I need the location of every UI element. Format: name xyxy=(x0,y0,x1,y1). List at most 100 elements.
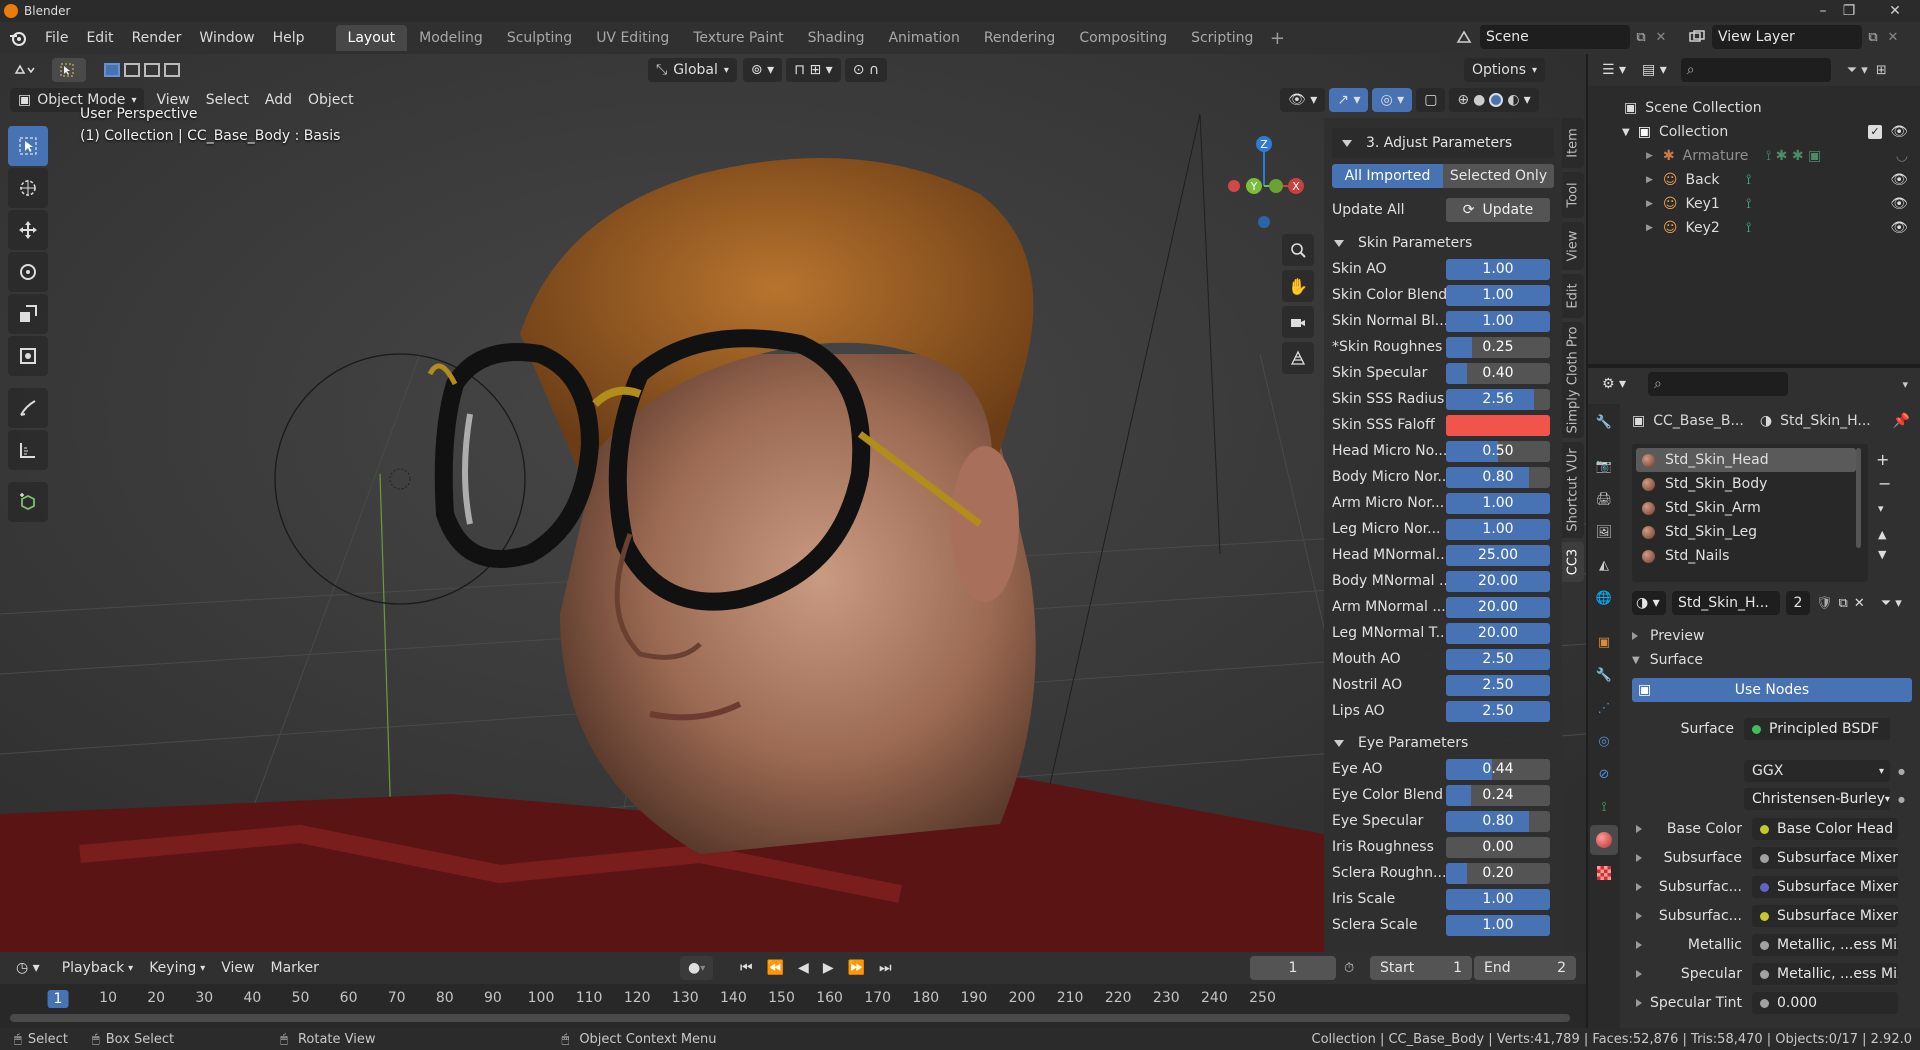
3d-viewport[interactable]: ⤡ Global ▾ ⊚ ▾ ⊓ ⊞ ▾ ⊙ ∩ Options ▾ ▣ Obj… xyxy=(0,54,1586,952)
preview-panel-header[interactable]: Preview xyxy=(1632,628,1705,644)
copy-view-layer-icon[interactable]: ⧉ xyxy=(1862,30,1884,45)
ortho-toggle-icon[interactable] xyxy=(1282,342,1314,374)
pivot-point-icon[interactable]: ⊚ ▾ xyxy=(742,58,783,82)
select-mode-icon[interactable] xyxy=(52,58,86,82)
distribution-dropdown[interactable]: GGX ▾ xyxy=(1744,760,1890,782)
tab-view[interactable]: View xyxy=(1562,222,1584,270)
duplicate-material-icon[interactable]: ⧉ xyxy=(1839,596,1848,611)
tab-animation[interactable]: Animation xyxy=(876,25,971,51)
particles-tab-icon[interactable]: ⋰ xyxy=(1590,693,1618,723)
timeline-scrollbar[interactable] xyxy=(10,1014,1570,1022)
modifier-tab-icon[interactable]: 🔧 xyxy=(1590,660,1618,690)
end-frame-field[interactable]: End 2 xyxy=(1474,956,1576,980)
transform-tool-icon[interactable] xyxy=(8,336,48,376)
menu-window[interactable]: Window xyxy=(190,22,263,54)
tab-layout[interactable]: Layout xyxy=(335,25,408,51)
editor-type-icon[interactable] xyxy=(6,58,48,82)
preview-range-icon[interactable]: ⏱ xyxy=(1344,961,1354,976)
skin-param-slider[interactable]: 1.00 xyxy=(1446,518,1550,540)
chevron-down-icon[interactable]: ▾ xyxy=(1902,378,1908,391)
properties-editor-type-icon[interactable]: ⚙ ▾ xyxy=(1594,372,1634,396)
visibility-eye-icon[interactable]: 👁 xyxy=(1890,124,1908,140)
material-users-count[interactable]: 2 xyxy=(1786,591,1810,615)
update-button[interactable]: ⟳ Update xyxy=(1446,198,1550,222)
skin-param-slider[interactable]: 20.00 xyxy=(1446,570,1550,592)
unlink-material-icon[interactable]: ✕ xyxy=(1854,596,1865,611)
remove-view-layer-icon[interactable]: ✕ xyxy=(1884,30,1902,45)
skin-param-slider[interactable]: 1.00 xyxy=(1446,492,1550,514)
auto-keying-icon[interactable]: ● ▾ xyxy=(680,956,714,980)
timeline-menu-playback[interactable]: Playback ▾ xyxy=(54,956,142,980)
camera-view-icon[interactable] xyxy=(1282,306,1314,338)
subsurface-method-dropdown[interactable]: Christensen-Burley ▾ xyxy=(1744,788,1890,810)
skin-param-slider[interactable]: 25.00 xyxy=(1446,544,1550,566)
visibility-eye-icon[interactable]: 👁 xyxy=(1890,172,1908,188)
render-tab-icon[interactable]: 📷 xyxy=(1590,451,1618,481)
tab-texture-paint[interactable]: Texture Paint xyxy=(681,25,795,51)
move-slot-down-icon[interactable]: ▼ xyxy=(1878,548,1886,561)
scene-icon[interactable] xyxy=(1448,30,1480,44)
pin-icon[interactable]: 📌 xyxy=(1893,413,1910,429)
menu-render[interactable]: Render xyxy=(123,22,191,54)
outliner-search-input[interactable]: ⌕ xyxy=(1680,58,1831,82)
skin-param-slider[interactable]: 0.50 xyxy=(1446,440,1550,462)
measure-tool-icon[interactable] xyxy=(8,430,48,470)
move-slot-up-icon[interactable]: ▲ xyxy=(1878,528,1886,541)
rotate-tool-icon[interactable] xyxy=(8,252,48,292)
browse-material-icon[interactable]: ◑ ▾ xyxy=(1632,591,1666,615)
outliner-row-armature[interactable]: ▶ ✱ Armature ⟟ ✱ ✱ ▣ ◡ xyxy=(1588,144,1920,168)
timeline-editor[interactable]: ◷ ▾ Playback ▾ Keying ▾ View Marker ● ▾ ⏮ … xyxy=(0,952,1586,1028)
proportional-edit-icon[interactable]: ⊙ ∩ xyxy=(844,58,888,82)
start-frame-field[interactable]: Start 1 xyxy=(1370,956,1472,980)
eye-param-slider[interactable]: 0.44 xyxy=(1446,758,1550,780)
navigation-gizmo[interactable]: Z Y X xyxy=(1220,128,1310,238)
material-datablock-name[interactable]: Std_Skin_H... xyxy=(1672,591,1780,615)
properties-search-input[interactable]: ⌕ xyxy=(1648,372,1789,396)
snap-icon[interactable]: ⊓ ⊞ ▾ xyxy=(786,58,841,82)
visibility-eye-icon[interactable]: 👁 xyxy=(1890,220,1908,236)
play-icon[interactable]: ▶ xyxy=(817,956,840,980)
eye-param-slider[interactable]: 1.00 xyxy=(1446,888,1550,910)
skin-param-slider[interactable]: 0.25 xyxy=(1446,336,1550,358)
gizmo-toggle-icon[interactable]: ↗ ▾ xyxy=(1329,88,1369,112)
object-tab-icon[interactable]: ▣ xyxy=(1590,627,1618,657)
timeline-menu-marker[interactable]: Marker xyxy=(263,956,327,980)
viewport-menu-select[interactable]: Select xyxy=(198,88,257,112)
tool-tab-icon[interactable]: 🔧 xyxy=(1590,407,1618,437)
tab-cc3[interactable]: CC3 xyxy=(1562,542,1584,582)
material-list-scrollbar[interactable] xyxy=(1856,448,1861,548)
visibility-icon[interactable]: 👁 ▾ xyxy=(1280,88,1326,112)
view-layer-selector[interactable]: View Layer xyxy=(1712,25,1862,49)
tab-simply-cloth-pro[interactable]: Simply Cloth Pro xyxy=(1562,322,1584,438)
tab-scripting[interactable]: Scripting xyxy=(1179,25,1265,51)
exclude-checkbox[interactable]: ✓ xyxy=(1868,125,1882,139)
outliner-row-scene-collection[interactable]: ▣ Scene Collection xyxy=(1588,96,1920,120)
tab-modeling[interactable]: Modeling xyxy=(407,25,495,51)
visibility-eye-icon[interactable]: 👁 xyxy=(1890,196,1908,212)
tab-shading[interactable]: Shading xyxy=(796,25,877,51)
hidden-eye-icon[interactable]: ◡ xyxy=(1896,148,1908,164)
cursor-tool-icon[interactable] xyxy=(8,168,48,208)
skin-param-slider[interactable]: 1.00 xyxy=(1446,258,1550,280)
slot-specials-icon[interactable]: ▾ xyxy=(1878,502,1884,515)
shader-input-link[interactable]: Subsurface Mixer xyxy=(1752,847,1898,869)
options-dropdown[interactable]: Options ▾ xyxy=(1464,58,1546,82)
material-slot-item[interactable]: Std_Skin_Head xyxy=(1636,448,1856,472)
outliner-row-back[interactable]: ▶ ☺ Back ⟟ 👁 xyxy=(1588,168,1920,192)
tab-shortcut-vur[interactable]: Shortcut VUr xyxy=(1562,442,1584,538)
outliner[interactable]: ☰ ▾ ▤ ▾ ⌕ ⏷ ▾ ⊞ ▣ Scene Collection ▼ ▣ C… xyxy=(1586,54,1920,364)
timeline-ruler[interactable]: 1 10 20 30 40 50 60 70 80 90 100 110 120 130 140 150 160… xyxy=(0,986,1586,1014)
tab-rendering[interactable]: Rendering xyxy=(972,25,1068,51)
skin-param-slider[interactable]: 20.00 xyxy=(1446,596,1550,618)
properties-editor[interactable]: ⚙ ▾ ⌕ ▾ 🔧 📷 🖨 🖼 ◭ 🌐 ▣ 🔧 ⋰ ◎ ⊘ ⟟ ▣ CC_Bas… xyxy=(1586,366,1920,1030)
output-tab-icon[interactable]: 🖨 xyxy=(1590,484,1618,514)
add-workspace-button[interactable]: + xyxy=(1265,28,1289,49)
new-collection-icon[interactable]: ⊞ xyxy=(1876,63,1887,78)
filter-icon[interactable]: ⏷ ▾ xyxy=(1847,63,1868,78)
scene-tab-icon[interactable]: ◭ xyxy=(1590,550,1618,580)
current-frame-field[interactable]: 1 xyxy=(1250,956,1336,980)
skin-param-slider[interactable]: 2.50 xyxy=(1446,648,1550,670)
pan-hand-icon[interactable]: ✋ xyxy=(1282,270,1314,302)
eye-param-slider[interactable]: 0.80 xyxy=(1446,810,1550,832)
next-keyframe-icon[interactable]: ⏩ xyxy=(842,956,871,980)
